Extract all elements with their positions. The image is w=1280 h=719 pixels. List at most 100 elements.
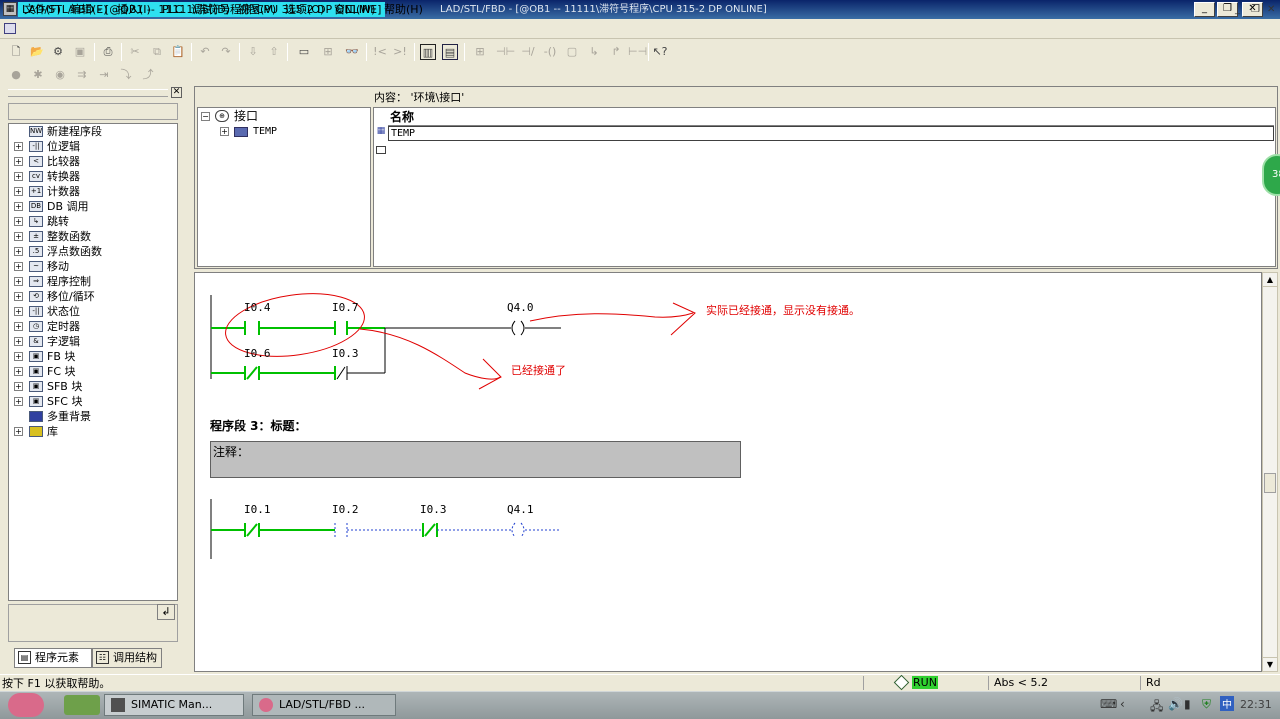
operand-i03-n3[interactable]: I0.3 <box>420 503 447 516</box>
operand-q41[interactable]: Q4.1 <box>507 503 534 516</box>
expand-icon[interactable]: + <box>14 187 23 196</box>
step-in-icon[interactable]: ⤵ <box>118 67 134 83</box>
no-contact-icon[interactable]: ⊣⊢ <box>496 44 515 60</box>
tab-call-structure[interactable]: ☷ 调用结构 <box>92 648 162 668</box>
tree-item-jump[interactable]: + ↳ 跳转 <box>9 214 177 229</box>
tree-item-sfb-block[interactable]: + ▣ SFB 块 <box>9 379 177 394</box>
scroll-thumb[interactable] <box>1264 473 1276 493</box>
tab-program-elements[interactable]: ▤ 程序元素 <box>14 648 92 668</box>
expand-icon[interactable]: + <box>14 397 23 406</box>
expand-icon[interactable]: + <box>14 307 23 316</box>
breakpoint-active-icon[interactable]: ◉ <box>52 67 68 83</box>
monitor-icon[interactable]: ▭ <box>296 44 312 60</box>
tree-item-fc-block[interactable]: + ▣ FC 块 <box>9 364 177 379</box>
upload-icon[interactable]: ⇧ <box>266 44 282 60</box>
expand-icon[interactable]: + <box>14 382 23 391</box>
taskbar-lad-stl-fbd[interactable]: LAD/STL/FBD ... <box>252 694 396 716</box>
tree-item-counter[interactable]: + +1 计数器 <box>9 184 177 199</box>
coil-q40[interactable] <box>511 320 516 336</box>
menu-file[interactable]: 文件(F) <box>24 3 61 17</box>
tree-item-integer-function[interactable]: + ± 整数函数 <box>9 229 177 244</box>
app-icon[interactable]: ▦ <box>3 2 17 16</box>
tree-item-multi-instance[interactable]: 多重背景 <box>9 409 177 424</box>
step-out-icon[interactable]: ⤴ <box>140 67 156 83</box>
tree-item-bit-logic[interactable]: + -|| 位逻辑 <box>9 139 177 154</box>
new-icon[interactable]: 🗋 <box>8 44 24 60</box>
shield-icon[interactable]: ⛨ <box>1202 697 1211 712</box>
next-network-icon[interactable]: >! <box>392 44 408 60</box>
keyboard-icon[interactable]: ⌨ <box>1100 697 1117 711</box>
overview-icon[interactable]: ▥ <box>420 44 436 60</box>
menu-help[interactable]: 帮助(H) <box>384 3 423 17</box>
tree-item-move[interactable]: + ~ 移动 <box>9 259 177 274</box>
next-breakpoint-icon[interactable]: ⇉ <box>74 67 90 83</box>
network-icon-tray[interactable]: 🖧 <box>1150 697 1163 718</box>
save-icon[interactable]: ▣ <box>72 44 88 60</box>
tree-item-converter[interactable]: + cv 转换器 <box>9 169 177 184</box>
new-row-icon[interactable] <box>376 146 386 154</box>
download-icon[interactable]: ⇩ <box>245 44 261 60</box>
interface-child-label[interactable]: TEMP <box>253 125 277 139</box>
expand-icon[interactable]: + <box>14 337 23 346</box>
panel-close-icon[interactable]: ✕ <box>171 87 182 98</box>
menu-debug[interactable]: 调试(D) <box>191 3 230 17</box>
empty-box-icon[interactable]: ▢ <box>564 44 580 60</box>
breakpoint-icon[interactable]: ● <box>8 67 24 83</box>
expand-icon[interactable]: + <box>14 247 23 256</box>
network-comment[interactable]: 注释： <box>210 441 741 478</box>
details-icon[interactable]: ▤ <box>442 44 458 60</box>
coil-q41[interactable] <box>511 522 516 538</box>
collapse-icon[interactable]: − <box>201 112 210 121</box>
menu-plc[interactable]: PLC <box>162 3 182 17</box>
column-header-name[interactable]: 名称 <box>388 110 1274 126</box>
mdi-minimize-button[interactable]: _ <box>1235 4 1240 15</box>
menu-view[interactable]: 视图(V) <box>238 3 276 17</box>
open-branch-icon[interactable]: ↳ <box>586 44 602 60</box>
menu-insert[interactable]: 插入(I) <box>117 3 151 17</box>
network-title[interactable]: 程序段 3：标题： <box>210 417 307 434</box>
operand-i01[interactable]: I0.1 <box>244 503 271 516</box>
expand-icon[interactable]: + <box>220 127 229 136</box>
expand-icon[interactable]: + <box>14 142 23 151</box>
expand-icon[interactable]: + <box>14 172 23 181</box>
expand-icon[interactable]: + <box>14 352 23 361</box>
tree-item-shift-rotate[interactable]: + ⟲ 移位/循环 <box>9 289 177 304</box>
copy-icon[interactable]: ⧉ <box>149 44 165 60</box>
sound-icon[interactable]: 🔊 <box>1168 697 1183 711</box>
operand-i03[interactable]: I0.3 <box>332 347 359 360</box>
paste-icon[interactable]: 📋 <box>170 44 186 60</box>
minimize-button[interactable]: _ <box>1194 2 1215 17</box>
undo-icon[interactable]: ↶ <box>197 44 213 60</box>
variable-row[interactable]: TEMP <box>388 126 1274 141</box>
scroll-up-icon[interactable]: ▲ <box>1263 273 1277 287</box>
tree-item-comparator[interactable]: + < 比较器 <box>9 154 177 169</box>
interface-root-label[interactable]: 接口 <box>234 109 258 123</box>
expand-icon[interactable]: + <box>14 277 23 286</box>
prev-network-icon[interactable]: !< <box>372 44 388 60</box>
accessible-nodes-icon[interactable]: ⚙ <box>50 44 66 60</box>
open-icon[interactable]: 📂 <box>29 44 45 60</box>
mdi-close-button[interactable]: ✕ <box>1267 4 1275 15</box>
connection-icon[interactable]: ⊢⊣ <box>628 44 647 60</box>
scroll-down-icon[interactable]: ▼ <box>1263 657 1277 671</box>
cut-icon[interactable]: ✂ <box>127 44 143 60</box>
quick-launch-icon[interactable] <box>64 695 100 715</box>
insert-element-icon[interactable]: ↲ <box>157 604 175 620</box>
tree-item-db-call[interactable]: + DB DB 调用 <box>9 199 177 214</box>
tree-item-float-function[interactable]: + .5 浮点数函数 <box>9 244 177 259</box>
ime-icon[interactable]: 中 <box>1220 696 1234 711</box>
expand-icon[interactable]: + <box>14 427 23 436</box>
menu-options[interactable]: 选项(O) <box>285 3 324 17</box>
tree-item-new-network[interactable]: NW 新建程序段 <box>9 124 177 139</box>
operand-i04[interactable]: I0.4 <box>244 301 271 314</box>
close-branch-icon[interactable]: ↱ <box>608 44 624 60</box>
redo-icon[interactable]: ↷ <box>218 44 234 60</box>
expand-icon[interactable]: + <box>14 202 23 211</box>
tree-item-status-bit[interactable]: + -|| 状态位 <box>9 304 177 319</box>
menu-window[interactable]: 窗口(W) <box>334 3 375 17</box>
clear-breakpoints-icon[interactable]: ✱ <box>30 67 46 83</box>
tree-item-timer[interactable]: + ◷ 定时器 <box>9 319 177 334</box>
expand-icon[interactable]: + <box>14 232 23 241</box>
expand-icon[interactable]: + <box>14 262 23 271</box>
glasses-icon[interactable]: 👓 <box>344 44 360 60</box>
